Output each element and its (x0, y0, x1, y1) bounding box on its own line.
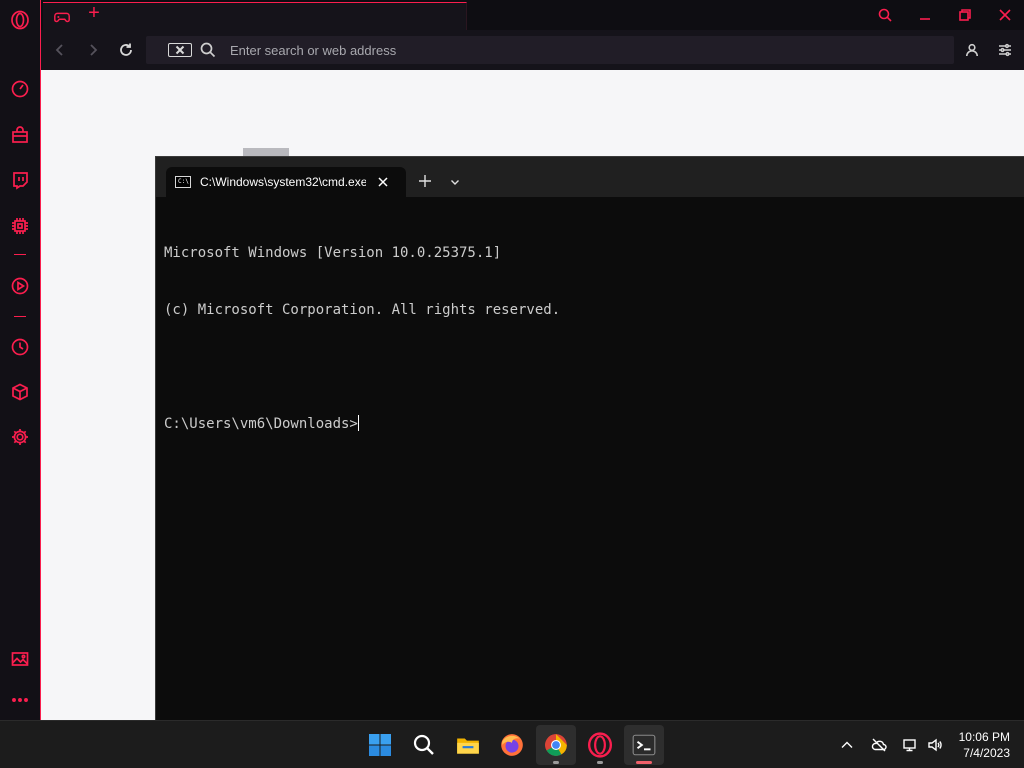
user-icon (966, 43, 978, 57)
terminal-tab-title: C:\Windows\system32\cmd.exe (200, 175, 366, 189)
taskbar-file-explorer[interactable] (448, 725, 488, 765)
new-tab-button[interactable]: + (83, 3, 105, 25)
forward-button[interactable] (82, 39, 104, 61)
terminal-prompt: C:\Users\vm6\Downloads> (164, 416, 358, 432)
reload-button[interactable] (115, 39, 137, 61)
gallery-icon[interactable] (9, 648, 31, 670)
easy-setup-button[interactable] (995, 40, 1015, 60)
address-bar (146, 36, 954, 64)
taskbar-firefox[interactable] (492, 725, 532, 765)
new-terminal-tab-button[interactable] (416, 172, 434, 190)
desktop: + Enter search or web address C:\ C:\Win… (0, 0, 1024, 768)
cmd-icon (175, 176, 191, 188)
window-controls (865, 0, 1024, 30)
restore-button[interactable] (945, 0, 985, 30)
opera-logo-icon[interactable] (9, 9, 31, 31)
start-button[interactable] (360, 725, 400, 765)
terminal-dropdown-button[interactable] (446, 173, 464, 191)
opera-gx-icon (587, 732, 613, 758)
browser-toolbar (41, 30, 1024, 70)
back-button[interactable] (49, 39, 71, 61)
close-box-icon (175, 45, 185, 55)
address-input[interactable] (230, 40, 930, 60)
player-icon[interactable] (9, 275, 31, 297)
onedrive-icon (871, 738, 887, 752)
twitch-icon[interactable] (9, 169, 31, 191)
terminal-tab[interactable]: C:\Windows\system32\cmd.exe (166, 167, 406, 197)
gx-control-icon[interactable] (9, 215, 31, 237)
network-icon (903, 739, 916, 752)
settings-icon[interactable] (9, 426, 31, 448)
reload-icon (120, 43, 132, 56)
browser-tab-active[interactable] (43, 2, 467, 30)
running-indicator (597, 761, 603, 764)
file-explorer-icon (457, 738, 479, 754)
taskbar-terminal[interactable] (624, 725, 664, 765)
search-icon (200, 42, 216, 58)
sidebar-divider (14, 254, 26, 255)
site-info-button[interactable] (168, 43, 192, 57)
running-indicator (553, 761, 559, 764)
chevron-left-icon (55, 44, 63, 56)
chrome-icon (545, 734, 567, 756)
taskbar: 10:06 PM 7/4/2023 (0, 720, 1024, 768)
terminal-line: Microsoft Windows [Version 10.0.25375.1] (164, 245, 502, 261)
close-button[interactable] (985, 0, 1024, 30)
taskbar-opera-gx[interactable] (580, 725, 620, 765)
taskbar-search-button[interactable] (404, 725, 444, 765)
chevron-up-icon (841, 741, 853, 748)
speed-dial-icon[interactable] (9, 78, 31, 100)
clock-time: 10:06 PM (958, 730, 1010, 744)
search-icon (413, 734, 434, 755)
terminal-prompt-line: C:\Users\vm6\Downloads> (164, 415, 1014, 434)
gamepad-icon (53, 8, 71, 26)
gx-sidebar (0, 0, 40, 720)
account-button[interactable] (962, 40, 982, 60)
restore-icon (959, 9, 971, 21)
terminal-output[interactable]: Microsoft Windows [Version 10.0.25375.1]… (164, 206, 1014, 472)
minimize-icon (920, 18, 930, 20)
terminal-window: C:\Windows\system32\cmd.exe Microsoft Wi… (155, 156, 1024, 720)
plus-icon (419, 175, 431, 187)
taskbar-chrome[interactable] (536, 725, 576, 765)
windows-start-icon (369, 734, 391, 756)
firefox-icon (501, 734, 523, 756)
history-icon[interactable] (9, 336, 31, 358)
chevron-down-icon (451, 180, 459, 185)
clock[interactable]: 10:06 PM 7/4/2023 (940, 729, 1010, 761)
search-icon (878, 8, 892, 22)
show-hidden-icons-button[interactable] (837, 735, 857, 755)
close-tab-button[interactable] (374, 173, 392, 191)
shopping-bag-icon[interactable] (9, 124, 31, 146)
text-cursor (357, 415, 359, 431)
minimize-button[interactable] (905, 0, 945, 30)
browser-tab-bar: + (41, 0, 1024, 30)
extensions-icon[interactable] (9, 381, 31, 403)
chevron-right-icon (90, 44, 98, 56)
active-indicator (636, 761, 652, 764)
sliders-icon (999, 43, 1011, 57)
sidebar-divider (14, 316, 26, 317)
search-tabs-button[interactable] (865, 0, 905, 30)
close-icon (378, 177, 388, 187)
onedrive-button[interactable] (869, 735, 889, 755)
terminal-line: (c) Microsoft Corporation. All rights re… (164, 302, 561, 318)
clock-date: 7/4/2023 (963, 746, 1010, 760)
more-icon[interactable] (9, 689, 31, 711)
close-icon (999, 9, 1011, 21)
network-button[interactable] (900, 735, 920, 755)
terminal-icon (632, 734, 656, 756)
terminal-titlebar[interactable]: C:\Windows\system32\cmd.exe (156, 157, 1024, 197)
